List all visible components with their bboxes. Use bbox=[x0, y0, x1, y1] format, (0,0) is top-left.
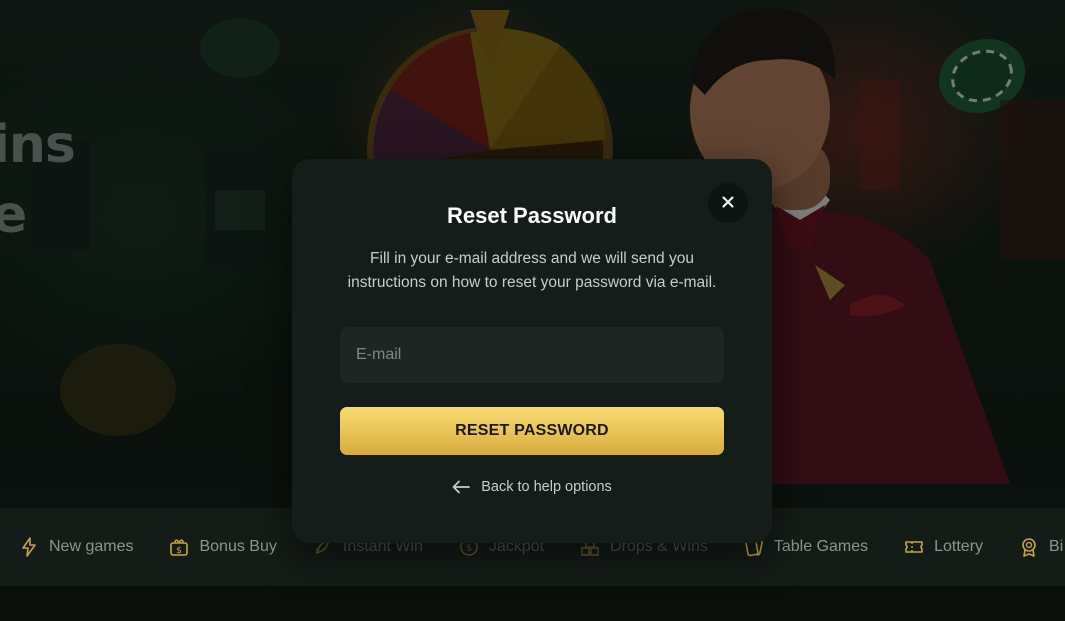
reset-password-modal: Reset Password Fill in your e-mail addre… bbox=[292, 159, 772, 543]
gift-dollar-icon: $ bbox=[168, 536, 190, 558]
category-bingo[interactable]: Bi bbox=[1018, 536, 1063, 558]
category-new-games[interactable]: New games bbox=[18, 536, 133, 558]
category-label: Lottery bbox=[934, 538, 984, 555]
back-to-help-link[interactable]: Back to help options bbox=[292, 479, 772, 495]
category-label: New games bbox=[49, 538, 134, 555]
category-bonus-buy[interactable]: $ Bonus Buy bbox=[168, 536, 277, 558]
modal-title: Reset Password bbox=[447, 203, 617, 228]
arrow-left-icon bbox=[452, 480, 471, 494]
svg-text:$: $ bbox=[177, 546, 183, 556]
lightning-icon bbox=[18, 536, 40, 558]
ticket-icon bbox=[903, 536, 925, 558]
email-field[interactable] bbox=[340, 327, 724, 383]
page-footer-strip bbox=[0, 586, 1065, 621]
category-label: Bi bbox=[1049, 538, 1064, 555]
modal-description: Fill in your e-mail address and we will … bbox=[347, 250, 717, 291]
category-lottery[interactable]: Lottery bbox=[903, 536, 983, 558]
badge-icon bbox=[1018, 536, 1040, 558]
category-label: Bonus Buy bbox=[199, 538, 277, 555]
reset-password-button[interactable]: RESET PASSWORD bbox=[340, 407, 724, 455]
svg-text:$: $ bbox=[466, 543, 472, 554]
back-link-label: Back to help options bbox=[481, 479, 612, 495]
category-label: Table Games bbox=[773, 538, 869, 555]
